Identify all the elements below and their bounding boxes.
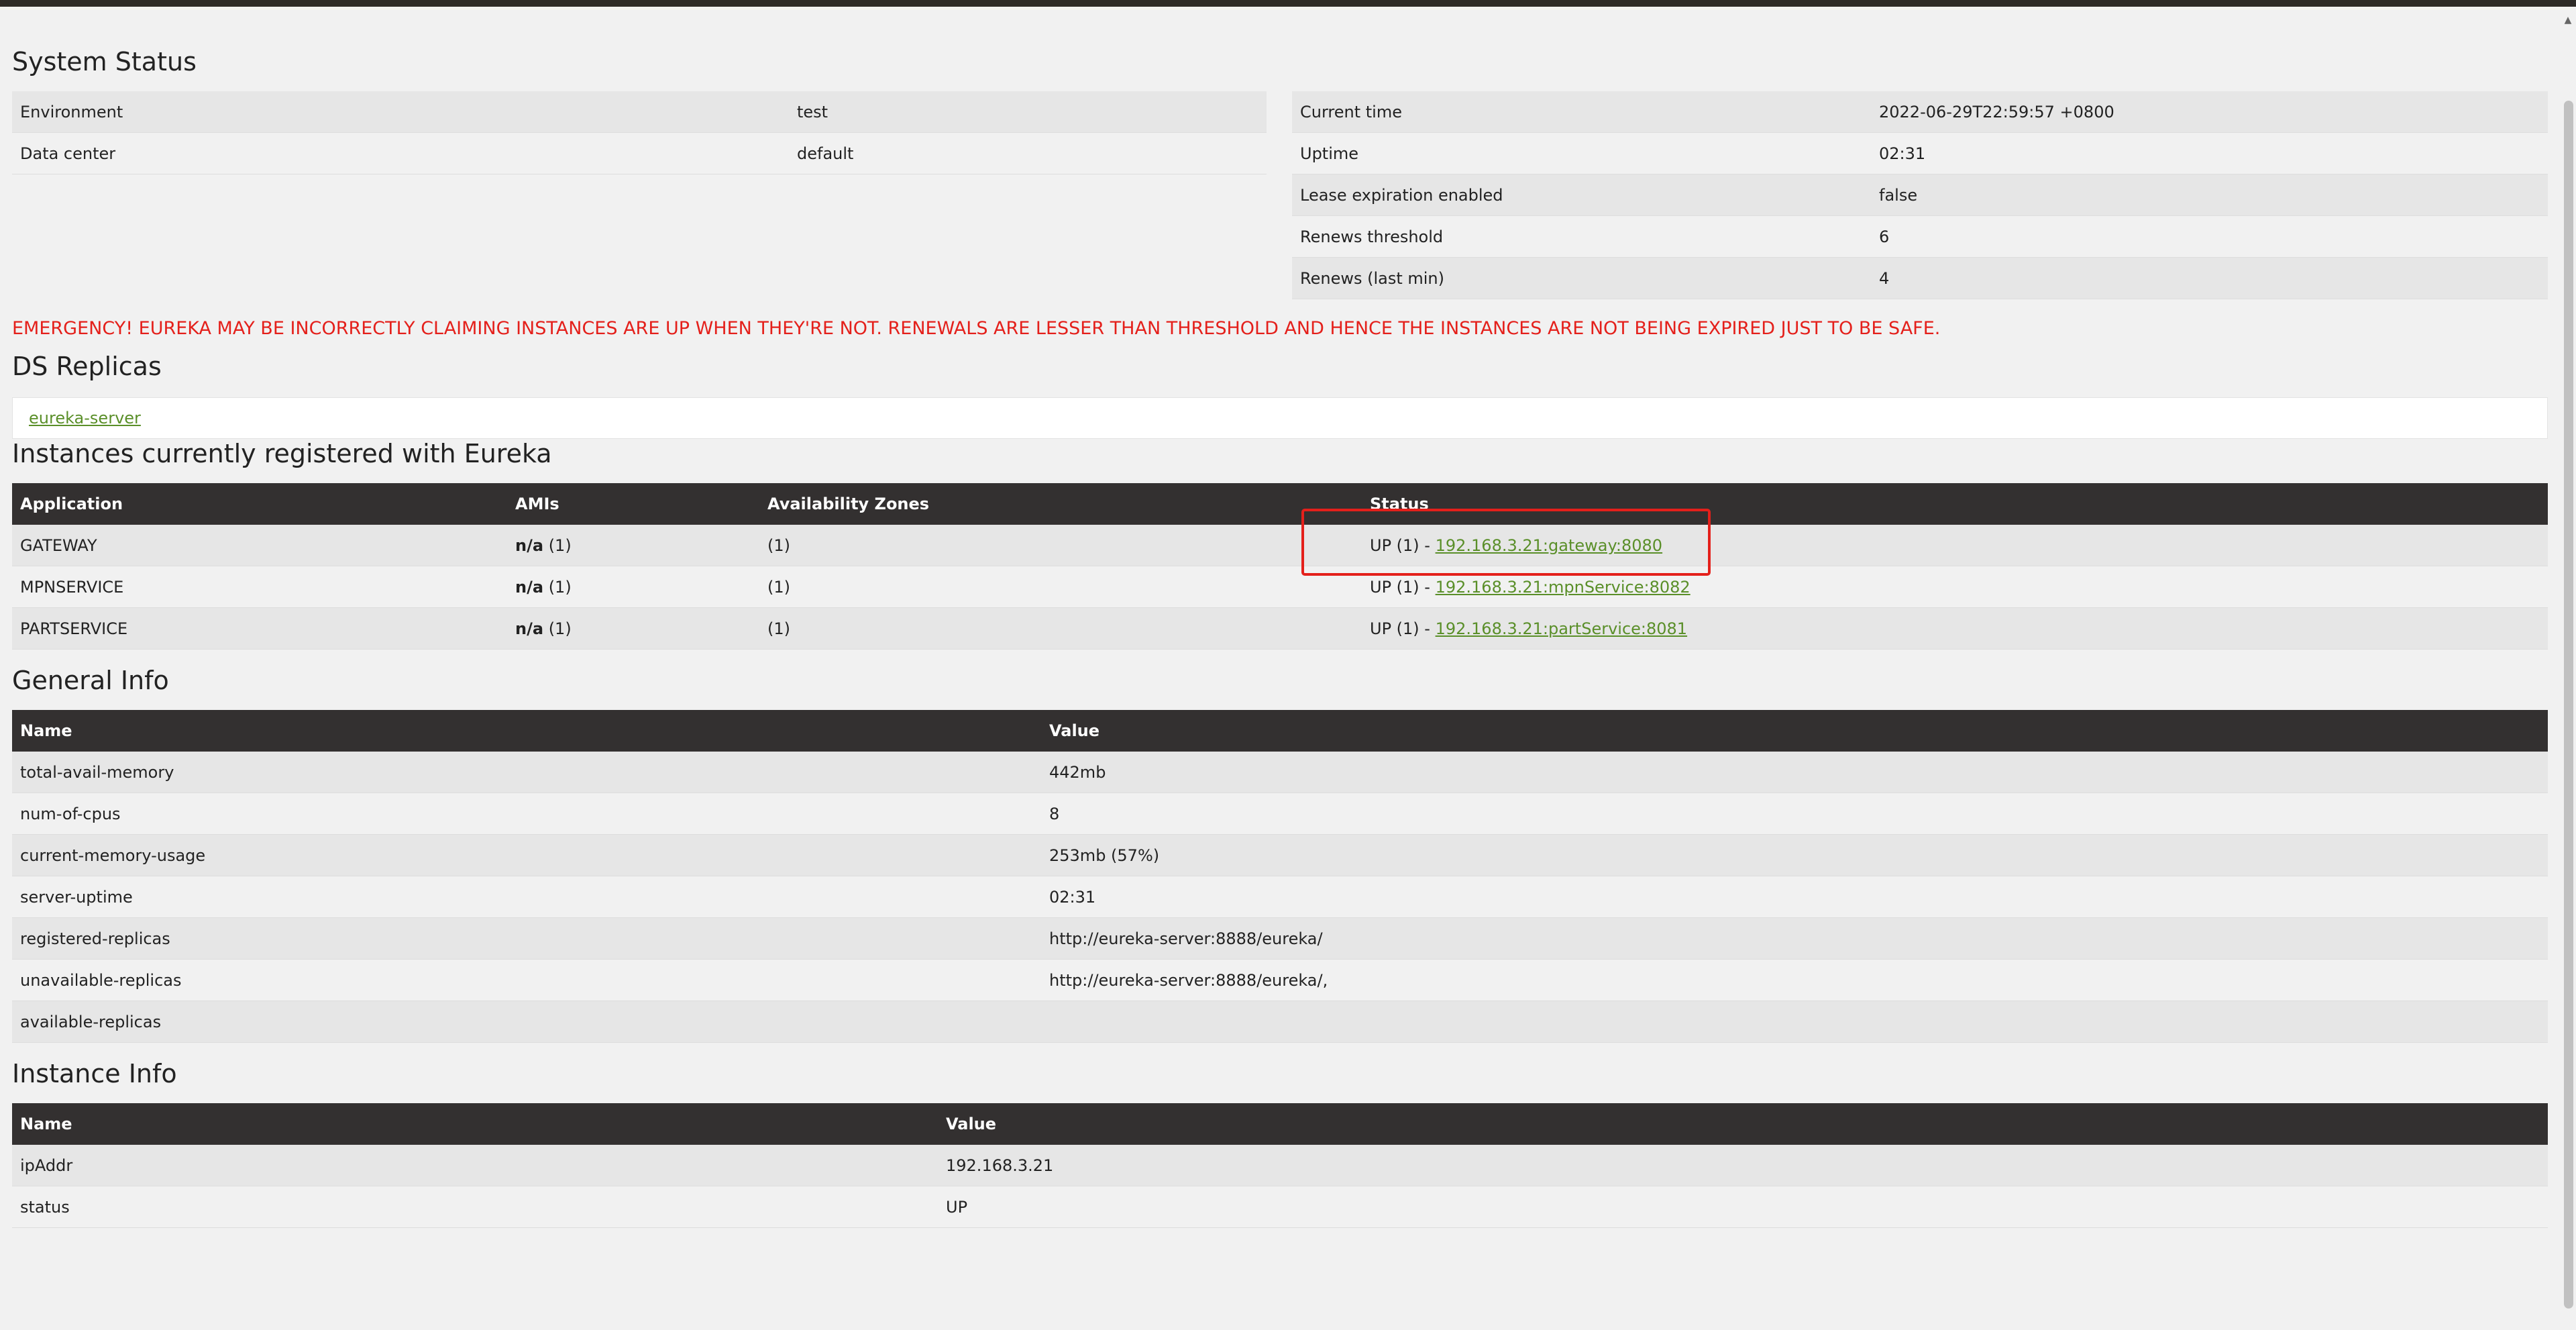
amis-count: (1) [548,577,572,597]
row-name: available-replicas [12,1001,1041,1043]
row-name: server-uptime [12,876,1041,918]
row-value: false [1871,174,2548,216]
row-value: UP [938,1186,2548,1228]
table-row: status UP [12,1186,2548,1228]
amis-count: (1) [548,535,572,555]
table-row: Uptime 02:31 [1292,132,2548,174]
row-name: num-of-cpus [12,792,1041,835]
row-value: 192.168.3.21 [938,1145,2548,1186]
vertical-scrollbar[interactable]: ▲ [2560,7,2576,1330]
instance-link[interactable]: 192.168.3.21:mpnService:8082 [1436,578,1690,597]
amis-cell: n/a (1) [507,607,759,650]
row-name: Uptime [1292,132,1871,174]
row-name: Environment [12,91,789,133]
top-bar [0,0,2576,7]
zones-cell: (1) [759,566,1330,608]
row-value: 2022-06-29T22:59:57 +0800 [1871,91,2548,133]
table-row: current-memory-usage 253mb (57%) [12,834,2548,876]
column-header: Availability Zones [759,483,1330,525]
row-value: default [789,132,1267,174]
row-name: Lease expiration enabled [1292,174,1871,216]
column-header: Name [12,1103,938,1145]
ds-replicas-list: eureka-server [12,397,2548,439]
row-name: status [12,1186,938,1228]
table-row: Renews (last min) 4 [1292,257,2548,299]
row-value: 8 [1041,792,2548,835]
general-info-table: Name Value total-avail-memory 442mb num-o… [12,710,2548,1043]
instance-info-title: Instance Info [12,1059,177,1088]
amis-cell: n/a (1) [507,525,759,566]
table-row: PARTSERVICE n/a (1) (1) UP (1) - 192.168… [12,607,2548,650]
row-value: http://eureka-server:8888/eureka/, [1041,959,2548,1001]
table-row: server-uptime 02:31 [12,876,2548,918]
table-row: Renews threshold 6 [1292,215,2548,258]
scrollbar-thumb[interactable] [2564,101,2573,1309]
row-value: http://eureka-server:8888/eureka/ [1041,917,2548,960]
instance-info-table: Name Value ipAddr 192.168.3.21 status UP [12,1103,2548,1228]
table-header-row: Name Value [12,1103,2548,1145]
row-name: Renews (last min) [1292,257,1871,299]
row-value: 4 [1871,257,2548,299]
column-header: Value [938,1103,2548,1145]
row-value: 253mb (57%) [1041,834,2548,876]
table-row: registered-replicas http://eureka-server:… [12,917,2548,960]
table-row: available-replicas [12,1001,2548,1043]
row-name: unavailable-replicas [12,959,1041,1001]
zones-cell: (1) [759,525,1330,566]
row-name: Renews threshold [1292,215,1871,258]
emergency-warning: EMERGENCY! EUREKA MAY BE INCORRECTLY CLA… [12,318,1941,339]
system-status-title: System Status [12,47,197,76]
table-row: MPNSERVICE n/a (1) (1) UP (1) - 192.168.… [12,566,2548,608]
application-name: PARTSERVICE [12,607,507,650]
table-row: Data center default [12,132,1267,174]
row-value: 02:31 [1041,876,2548,918]
system-status-left-table: Environment test Data center default [12,91,1267,174]
column-header: Name [12,710,1041,752]
amis-count: (1) [548,619,572,638]
row-name: Data center [12,132,789,174]
system-status-right-table: Current time 2022-06-29T22:59:57 +0800 U… [1292,91,2548,299]
table-row: Lease expiration enabled false [1292,174,2548,216]
table-row: num-of-cpus 8 [12,792,2548,835]
row-name: ipAddr [12,1145,938,1186]
table-row: unavailable-replicas http://eureka-server… [12,959,2548,1001]
highlight-box [1301,509,1711,576]
table-row: GATEWAY n/a (1) (1) UP (1) - 192.168.3.2… [12,525,2548,566]
amis-label: n/a [515,577,544,597]
column-header: Value [1041,710,2548,752]
application-name: MPNSERVICE [12,566,507,608]
status-prefix: UP (1) - [1370,577,1436,597]
amis-cell: n/a (1) [507,566,759,608]
table-row: Current time 2022-06-29T22:59:57 +0800 [1292,91,2548,133]
row-name: registered-replicas [12,917,1041,960]
table-row: Environment test [12,91,1267,133]
instances-table: Application AMIs Availability Zones Stat… [12,483,2548,650]
ds-replicas-title: DS Replicas [12,352,162,381]
row-value: 02:31 [1871,132,2548,174]
row-value [1041,1001,2548,1043]
row-value: test [789,91,1267,133]
row-value: 442mb [1041,752,2548,793]
row-value: 6 [1871,215,2548,258]
row-name: total-avail-memory [12,752,1041,793]
amis-label: n/a [515,619,544,638]
column-header: Application [12,483,507,525]
table-header-row: Application AMIs Availability Zones Stat… [12,483,2548,525]
general-info-title: General Info [12,666,169,695]
column-header: AMIs [507,483,759,525]
application-name: GATEWAY [12,525,507,566]
instances-title: Instances currently registered with Eure… [12,439,552,468]
amis-label: n/a [515,535,544,555]
table-header-row: Name Value [12,710,2548,752]
table-row: ipAddr 192.168.3.21 [12,1145,2548,1186]
zones-cell: (1) [759,607,1330,650]
status-prefix: UP (1) - [1370,619,1436,638]
scroll-up-arrow-icon[interactable]: ▲ [2563,15,2573,25]
instance-link[interactable]: 192.168.3.21:partService:8081 [1436,619,1687,638]
replica-link[interactable]: eureka-server [29,409,141,427]
row-name: Current time [1292,91,1871,133]
row-name: current-memory-usage [12,834,1041,876]
table-row: total-avail-memory 442mb [12,752,2548,793]
status-cell: UP (1) - 192.168.3.21:partService:8081 [1330,607,2548,650]
